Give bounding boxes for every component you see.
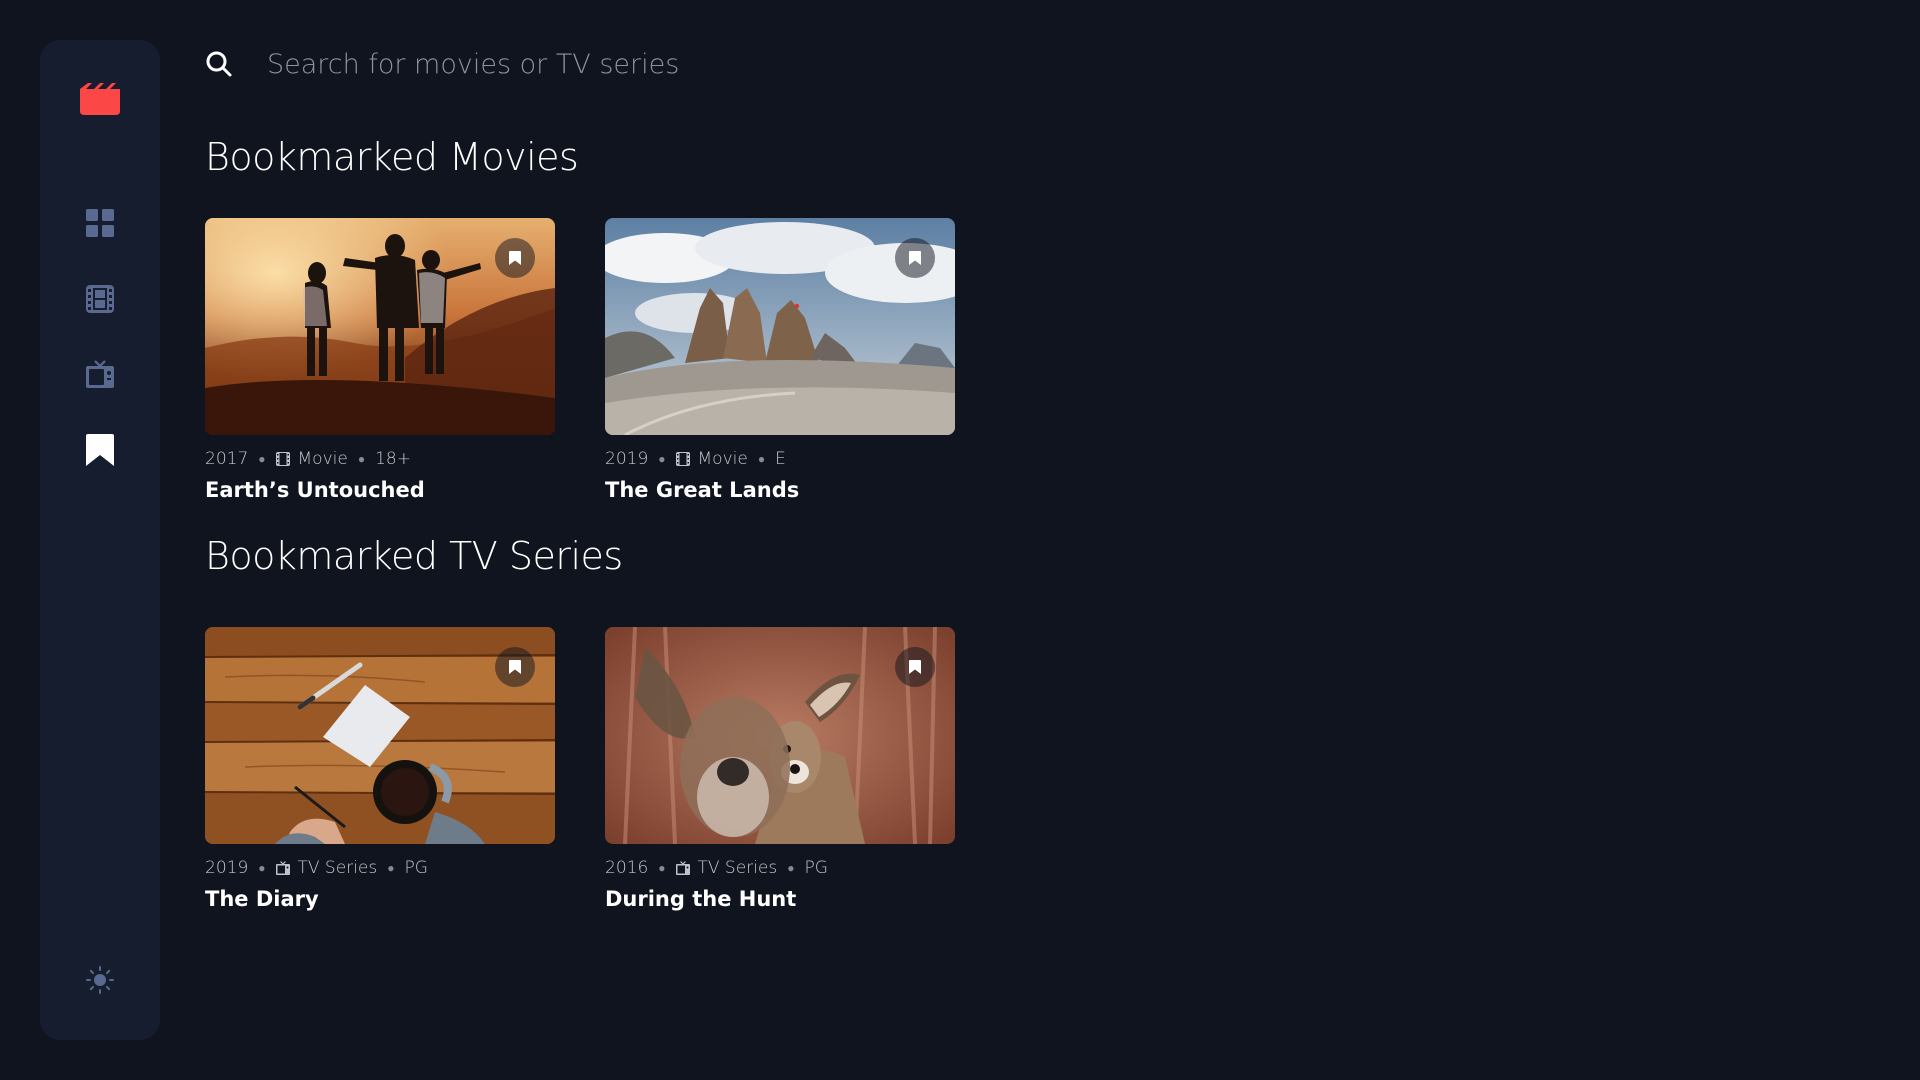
media-title[interactable]: During the Hunt (605, 887, 955, 911)
bookmark-toggle-button[interactable] (895, 238, 935, 278)
nav-bookmark-icon[interactable] (86, 434, 114, 466)
separator-dot: ● (757, 452, 766, 466)
bookmark-full-icon (909, 660, 921, 674)
separator-dot: ● (387, 861, 395, 875)
media-category: TV Series (297, 858, 378, 878)
media-card: 2017 ● Movie ● 18+ Earth’s Untouched (205, 218, 555, 502)
tv-category-icon (275, 861, 290, 875)
section-title-bookmarked-movies: Bookmarked Movies (205, 135, 579, 179)
film-clapper-icon[interactable] (80, 83, 120, 115)
separator-dot: ● (357, 452, 366, 466)
movie-category-icon (275, 452, 290, 466)
nav-home-grid-icon[interactable] (86, 209, 114, 237)
media-thumbnail[interactable] (605, 218, 955, 435)
separator-dot: ● (658, 861, 666, 875)
media-title[interactable]: The Great Lands (605, 478, 955, 502)
media-title[interactable]: The Diary (205, 887, 555, 911)
media-thumbnail[interactable] (205, 627, 555, 844)
media-rating: PG (404, 858, 428, 878)
media-category: Movie (697, 449, 748, 469)
media-meta: 2019 ● Movie ● E (605, 448, 955, 470)
separator-dot: ● (787, 861, 795, 875)
bookmark-toggle-button[interactable] (495, 647, 535, 687)
media-year: 2019 (205, 858, 249, 878)
media-year: 2019 (605, 449, 649, 469)
tv-category-icon (675, 861, 690, 875)
sun-icon[interactable] (85, 965, 115, 995)
movie-category-icon (675, 452, 690, 466)
bookmarked-tv-series-grid: 2019 ● TV Series ● PG The Diary 2016 ● T… (205, 627, 955, 911)
nav-tv-series-icon[interactable] (86, 360, 114, 388)
media-rating: 18+ (375, 449, 411, 469)
search-icon (205, 49, 235, 79)
media-meta: 2016 ● TV Series ● PG (605, 857, 955, 879)
media-rating: PG (804, 858, 828, 878)
media-year: 2016 (605, 858, 649, 878)
media-thumbnail[interactable] (205, 218, 555, 435)
search-input[interactable] (265, 40, 1065, 88)
sidebar (40, 40, 160, 1040)
media-meta: 2019 ● TV Series ● PG (205, 857, 555, 879)
bookmark-toggle-button[interactable] (895, 647, 935, 687)
media-meta: 2017 ● Movie ● 18+ (205, 448, 555, 470)
bookmark-full-icon (509, 660, 521, 674)
media-card: 2016 ● TV Series ● PG During the Hunt (605, 627, 955, 911)
media-year: 2017 (205, 449, 249, 469)
media-title[interactable]: Earth’s Untouched (205, 478, 555, 502)
search-bar (205, 38, 1105, 90)
media-card: 2019 ● Movie ● E The Great Lands (605, 218, 955, 502)
media-rating: E (775, 449, 786, 469)
nav-movies-film-icon[interactable] (86, 285, 114, 313)
bookmark-toggle-button[interactable] (495, 238, 535, 278)
separator-dot: ● (258, 861, 266, 875)
media-card: 2019 ● TV Series ● PG The Diary (205, 627, 555, 911)
separator-dot: ● (658, 452, 666, 466)
bookmark-full-icon (909, 251, 921, 265)
separator-dot: ● (258, 452, 266, 466)
media-category: Movie (297, 449, 348, 469)
bookmark-full-icon (509, 251, 521, 265)
media-category: TV Series (697, 858, 778, 878)
bookmarked-movies-grid: 2017 ● Movie ● 18+ Earth’s Untouched 201… (205, 218, 955, 502)
media-thumbnail[interactable] (605, 627, 955, 844)
section-title-bookmarked-tv-series: Bookmarked TV Series (205, 534, 623, 578)
